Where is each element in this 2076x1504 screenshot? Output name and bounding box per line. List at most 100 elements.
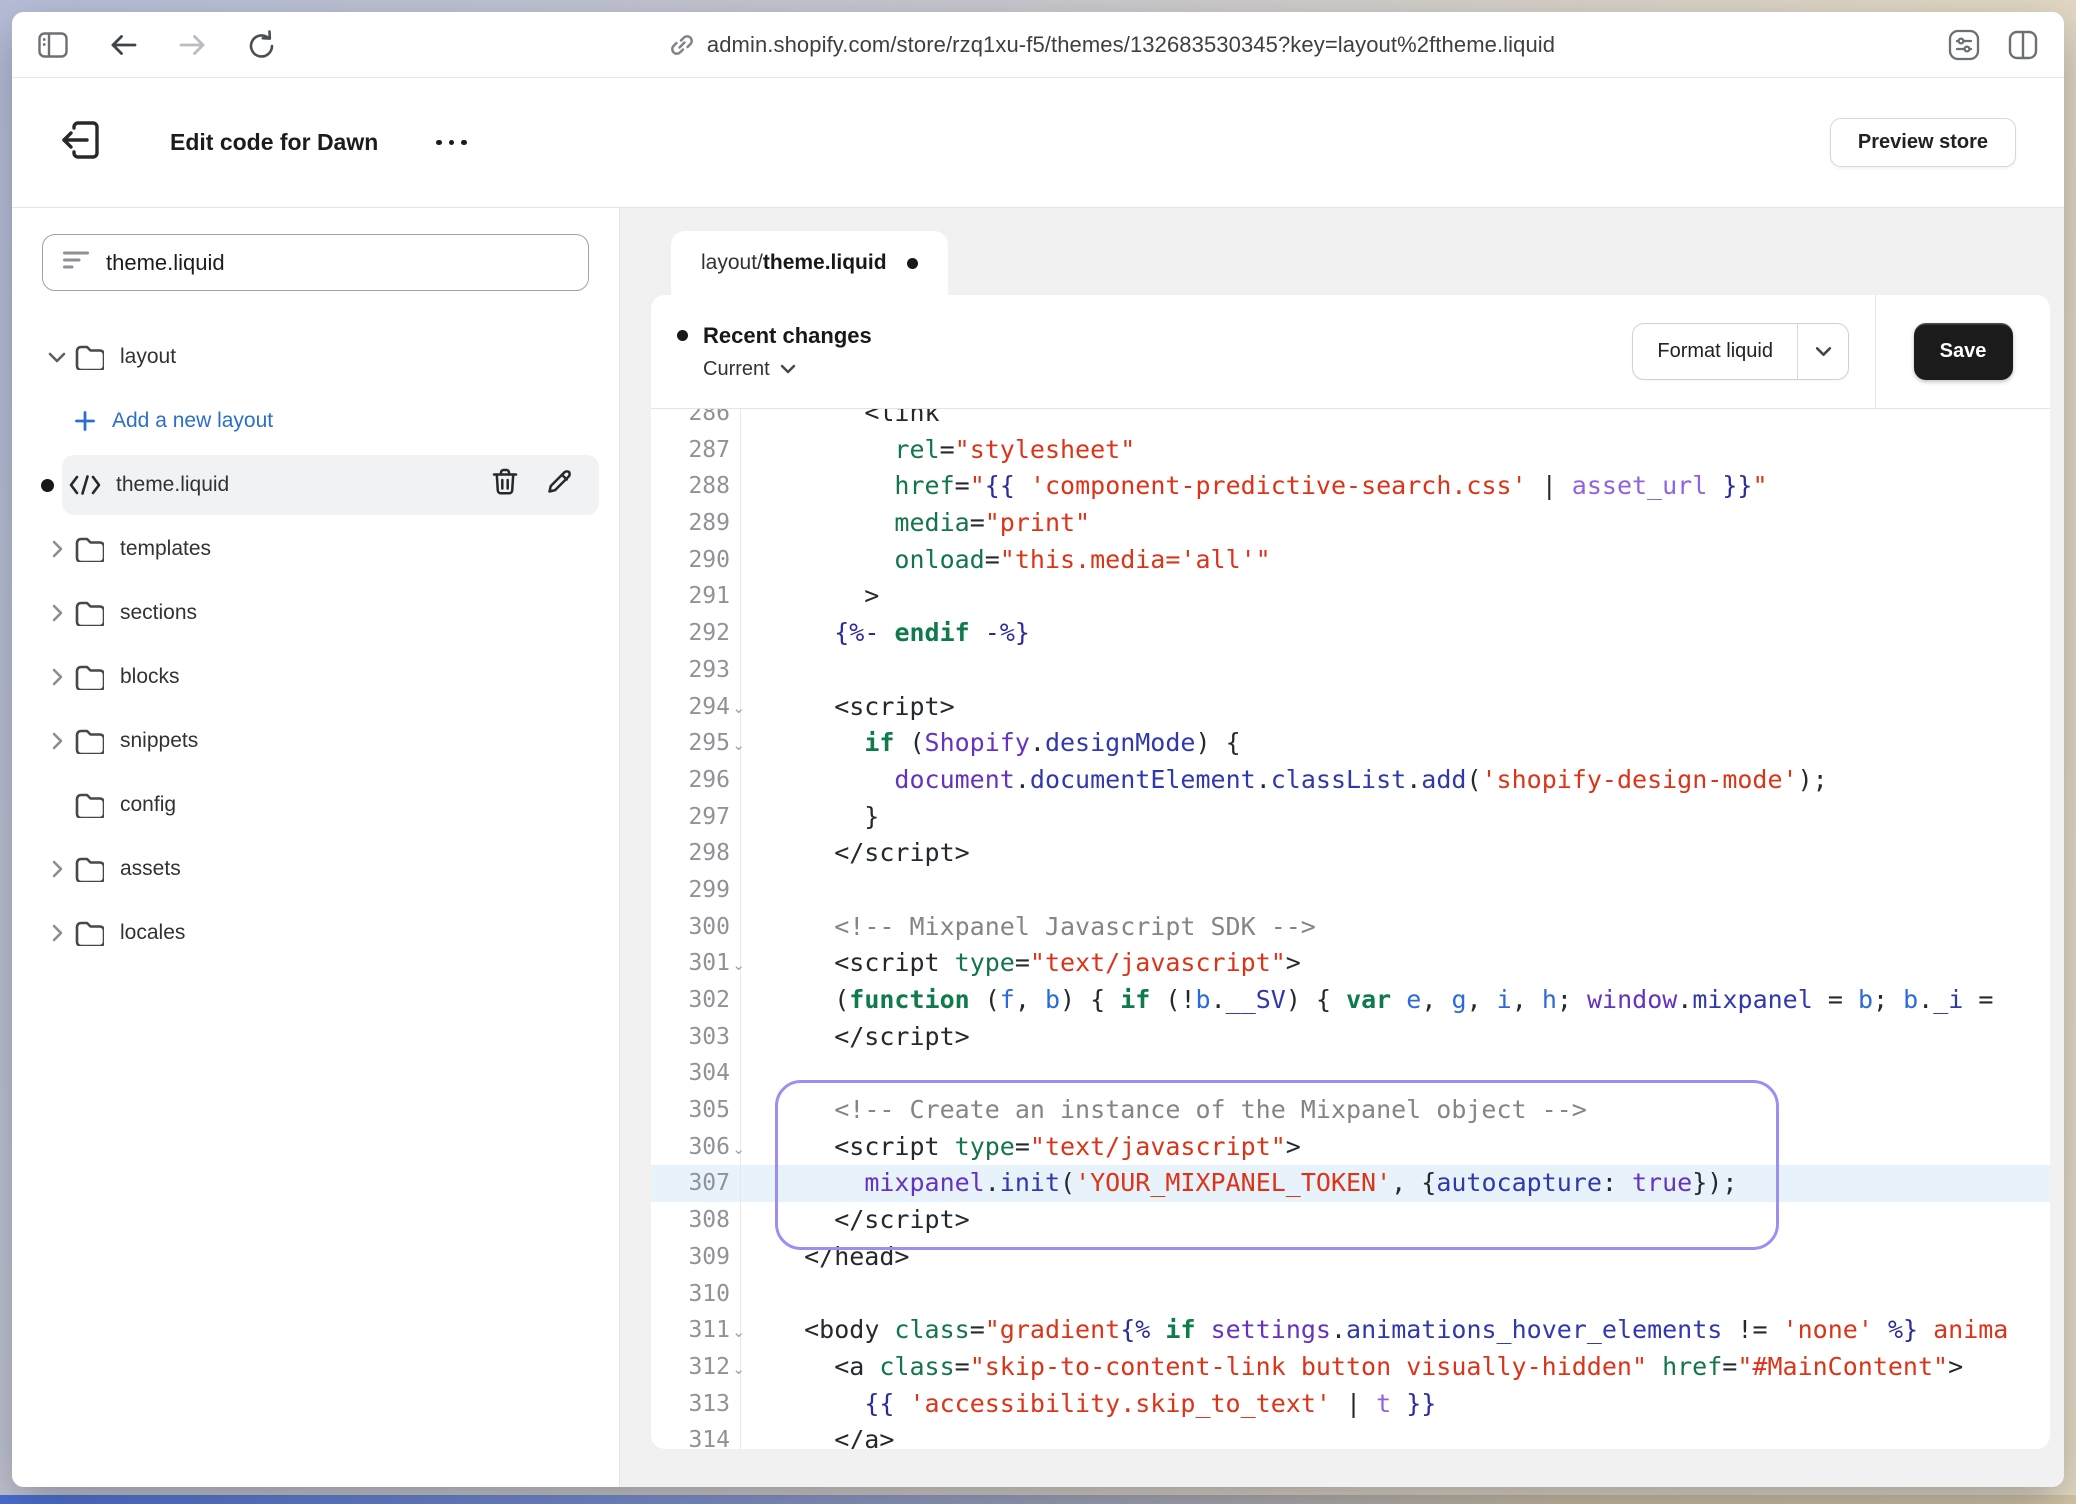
code-text: } [741,799,2050,836]
chevron-right-icon[interactable] [40,859,74,879]
chevron-right-icon[interactable] [40,923,74,943]
reload-icon[interactable] [248,30,276,60]
code-line-288[interactable]: 288 href="{{ 'component-predictive-searc… [651,468,2050,505]
code-line-297[interactable]: 297 } [651,799,2050,836]
folder-icon [74,728,104,754]
code-line-310[interactable]: 310 [651,1276,2050,1313]
line-number: 300 [651,909,741,946]
code-line-296[interactable]: 296 document.documentElement.classList.a… [651,762,2050,799]
split-view-icon[interactable] [2008,30,2038,60]
folder-icon [74,600,104,626]
folder-icon [74,856,104,882]
rename-file-icon[interactable] [546,468,573,502]
format-options-chevron-icon[interactable] [1798,324,1848,379]
code-line-314[interactable]: 314 </a> [651,1422,2050,1449]
fold-chevron-icon[interactable]: ⌄ [732,691,745,728]
line-number: 287 [651,432,741,469]
preview-store-button[interactable]: Preview store [1830,118,2016,167]
chevron-right-icon[interactable] [40,667,74,687]
editor-area: layout/theme.liquid Recent changes Curre… [620,208,2064,1487]
code-line-313[interactable]: 313 {{ 'accessibility.skip_to_text' | t … [651,1386,2050,1423]
code-line-290[interactable]: 290 onload="this.media='all'" [651,542,2050,579]
code-line-312[interactable]: 312⌄ <a class="skip-to-content-link butt… [651,1349,2050,1386]
recent-changes-dot [677,330,688,341]
exit-editor-icon[interactable] [60,120,102,165]
tree-item-blocks[interactable]: blocks [32,645,599,709]
line-number: 312⌄ [651,1349,741,1386]
tree-item-templates[interactable]: templates [32,517,599,581]
tree-item-label: config [120,793,176,817]
code-text: <!-- Create an instance of the Mixpanel … [741,1092,2050,1129]
version-label: Current [703,358,770,381]
code-line-292[interactable]: 292 {%- endif -%} [651,615,2050,652]
code-line-300[interactable]: 300 <!-- Mixpanel Javascript SDK --> [651,909,2050,946]
tree-item-assets[interactable]: assets [32,837,599,901]
tree-item-snippets[interactable]: snippets [32,709,599,773]
chevron-right-icon[interactable] [40,603,74,623]
fold-chevron-icon[interactable]: ⌄ [732,1132,745,1169]
code-line-289[interactable]: 289 media="print" [651,505,2050,542]
tab-theme-liquid[interactable]: layout/theme.liquid [671,231,948,295]
code-text: </script> [741,1019,2050,1056]
code-line-306[interactable]: 306⌄ <script type="text/javascript"> [651,1129,2050,1166]
save-button[interactable]: Save [1914,323,2013,380]
line-number: 301⌄ [651,945,741,982]
fold-chevron-icon[interactable]: ⌄ [732,1315,745,1352]
sidebar-toggle-icon[interactable] [38,32,68,58]
code-text: media="print" [741,505,2050,542]
code-line-307[interactable]: 307 mixpanel.init('YOUR_MIXPANEL_TOKEN',… [651,1165,2050,1202]
tree-item-sections[interactable]: sections [32,581,599,645]
code-line-301[interactable]: 301⌄ <script type="text/javascript"> [651,945,2050,982]
code-text: > [741,578,2050,615]
format-liquid-button[interactable]: Format liquid [1632,323,1849,380]
code-editor[interactable]: 286 <link287 rel="stylesheet"288 href="{… [651,409,2050,1449]
version-dropdown[interactable]: Current [703,358,872,381]
tree-item-label: blocks [120,665,180,689]
forward-button-icon[interactable] [178,32,208,58]
code-line-299[interactable]: 299 [651,872,2050,909]
code-line-308[interactable]: 308 </script> [651,1202,2050,1239]
code-line-305[interactable]: 305 <!-- Create an instance of the Mixpa… [651,1092,2050,1129]
code-line-298[interactable]: 298 </script> [651,835,2050,872]
file-search-input[interactable]: theme.liquid [42,234,589,291]
fold-chevron-icon[interactable]: ⌄ [732,728,745,765]
code-text: </head> [741,1239,2050,1276]
code-line-291[interactable]: 291 > [651,578,2050,615]
line-number: 294⌄ [651,689,741,726]
code-text: <link [741,409,2050,432]
tree-item-layout[interactable]: layout [32,325,599,389]
code-line-293[interactable]: 293 [651,652,2050,689]
code-text: <script> [741,689,2050,726]
folder-icon [74,344,104,370]
code-text [741,872,2050,909]
code-line-295[interactable]: 295⌄ if (Shopify.designMode) { [651,725,2050,762]
line-number: 296 [651,762,741,799]
add-new-layout-action[interactable]: Add a new layout [32,389,599,453]
code-line-287[interactable]: 287 rel="stylesheet" [651,432,2050,469]
code-line-311[interactable]: 311⌄ <body class="gradient{% if settings… [651,1312,2050,1349]
code-line-309[interactable]: 309 </head> [651,1239,2050,1276]
tree-item-locales[interactable]: locales [32,901,599,965]
code-text [741,652,2050,689]
tree-item-config[interactable]: config [32,773,599,837]
fold-chevron-icon[interactable]: ⌄ [732,1352,745,1389]
tree-item-theme-liquid-selected[interactable]: theme.liquid [32,453,599,517]
fold-chevron-icon[interactable]: ⌄ [732,948,745,985]
delete-file-icon[interactable] [492,468,518,502]
address-bar[interactable]: admin.shopify.com/store/rzq1xu-f5/themes… [276,32,1948,58]
more-actions-icon[interactable] [436,140,467,146]
code-line-303[interactable]: 303 </script> [651,1019,2050,1056]
chevron-down-icon[interactable] [40,351,74,364]
browser-settings-icon[interactable] [1948,29,1980,61]
code-line-304[interactable]: 304 [651,1055,2050,1092]
code-text: rel="stylesheet" [741,432,2050,469]
code-text: href="{{ 'component-predictive-search.cs… [741,468,2050,505]
code-line-294[interactable]: 294⌄ <script> [651,689,2050,726]
chevron-right-icon[interactable] [40,539,74,559]
code-line-302[interactable]: 302 (function (f, b) { if (!b.__SV) { va… [651,982,2050,1019]
back-button-icon[interactable] [108,32,138,58]
chevron-right-icon[interactable] [40,731,74,751]
code-line-286[interactable]: 286 <link [651,409,2050,432]
browser-window: admin.shopify.com/store/rzq1xu-f5/themes… [12,12,2064,1487]
code-text: {{ 'accessibility.skip_to_text' | t }} [741,1386,2050,1423]
